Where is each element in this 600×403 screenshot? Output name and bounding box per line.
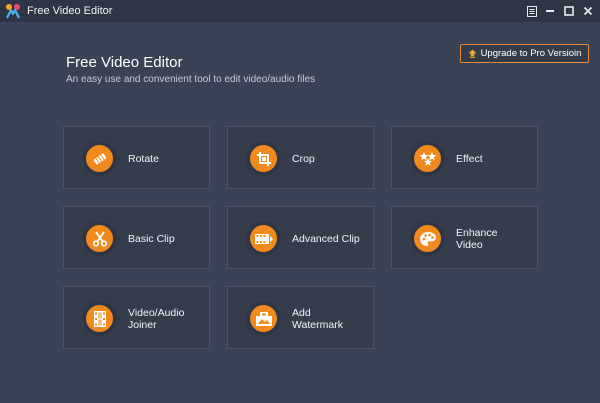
upgrade-button[interactable]: Upgrade to Pro Versioin [460, 44, 589, 63]
film-clip-icon-badge [246, 221, 281, 256]
crop-icon-badge [246, 141, 281, 176]
joiner-icon-badge [82, 301, 117, 336]
tool-label: Crop [292, 152, 315, 165]
page-subtitle: An easy use and convenient tool to edit … [66, 74, 316, 85]
effect-icon [419, 151, 436, 166]
app-logo-icon [6, 4, 20, 19]
rotate-icon [93, 152, 106, 165]
maximize-button[interactable] [561, 3, 577, 19]
film-clip-icon [254, 233, 273, 244]
watermark-icon-badge [246, 301, 281, 336]
close-button[interactable] [580, 3, 596, 19]
tool-enhance-video[interactable]: Enhance Video [391, 206, 538, 269]
effect-icon-disc [414, 145, 441, 172]
tool-crop[interactable]: Crop [227, 126, 374, 189]
tool-basic-clip[interactable]: Basic Clip [63, 206, 210, 269]
watermark-icon [255, 311, 272, 326]
title-bar: Free Video Editor [0, 0, 600, 22]
tool-label: Add Watermark [292, 306, 343, 331]
close-icon [583, 6, 593, 16]
rotate-icon-disc [86, 145, 113, 172]
tool-add-watermark[interactable]: Add Watermark [227, 286, 374, 349]
window-title: Free Video Editor [27, 5, 113, 17]
crop-icon-disc [250, 145, 277, 172]
film-clip-icon-disc [250, 225, 277, 252]
tool-label: Rotate [128, 152, 159, 165]
watermark-icon-disc [250, 305, 277, 332]
tool-video-audio-joiner[interactable]: Video/Audio Joiner [63, 286, 210, 349]
page-title: Free Video Editor [66, 54, 183, 71]
menu-icon [527, 5, 537, 17]
tool-rotate[interactable]: Rotate [63, 126, 210, 189]
palette-icon-disc [414, 225, 441, 252]
tool-advanced-clip[interactable]: Advanced Clip [227, 206, 374, 269]
scissors-icon-disc [86, 225, 113, 252]
tool-label: Video/Audio Joiner [128, 306, 185, 331]
upgrade-icon [468, 49, 477, 58]
upgrade-label: Upgrade to Pro Versioin [480, 48, 582, 59]
joiner-icon [93, 310, 106, 327]
minimize-icon [546, 10, 554, 12]
crop-icon [256, 151, 271, 166]
palette-icon [419, 231, 436, 246]
tool-label: Enhance Video [456, 226, 498, 251]
tool-label: Effect [456, 152, 483, 165]
joiner-icon-disc [86, 305, 113, 332]
minimize-button[interactable] [542, 3, 558, 19]
tool-label: Advanced Clip [292, 232, 360, 245]
rotate-icon-badge [82, 141, 117, 176]
menu-button[interactable] [524, 3, 540, 19]
maximize-icon [564, 6, 574, 16]
scissors-icon [92, 230, 107, 247]
tool-effect[interactable]: Effect [391, 126, 538, 189]
scissors-icon-badge [82, 221, 117, 256]
palette-icon-badge [410, 221, 445, 256]
tool-label: Basic Clip [128, 232, 175, 245]
effect-icon-badge [410, 141, 445, 176]
